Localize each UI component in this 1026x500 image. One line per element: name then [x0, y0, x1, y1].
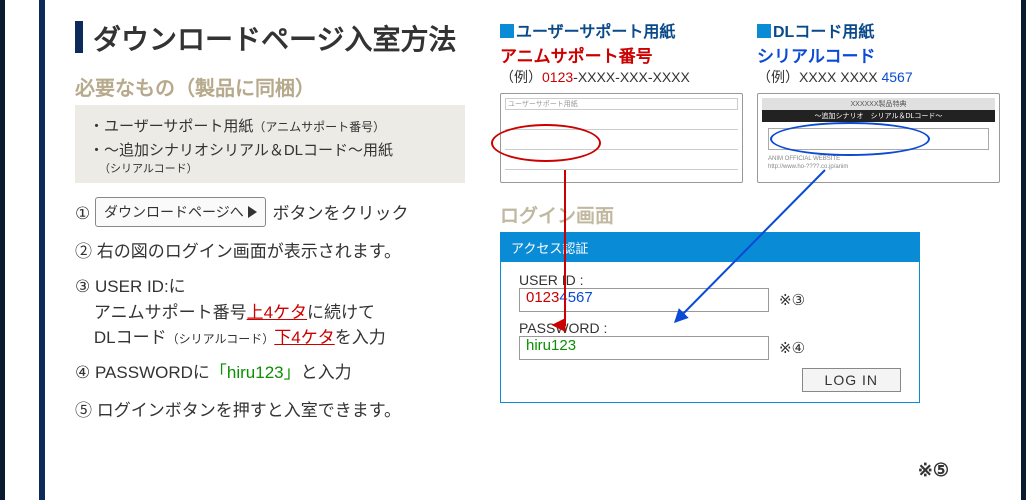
requirements-box: ・ユーザーサポート用紙（アニムサポート番号） ・〜追加シナリオシリアル＆DLコー… [75, 105, 465, 183]
user-id-label: USER ID : [519, 272, 901, 288]
example-serial: （例）XXXX XXXX 4567 [757, 67, 1000, 87]
play-triangle-icon [248, 206, 257, 218]
blue-circle-annotation [770, 122, 930, 156]
square-bullet-icon [757, 24, 771, 38]
requirement-item: ・ユーザーサポート用紙（アニムサポート番号） [89, 115, 451, 139]
step-number: ④ [75, 363, 90, 382]
login-panel: アクセス認証 USER ID : 01234567 ※③ PASSWORD : … [500, 232, 920, 403]
password-label: PASSWORD : [519, 320, 901, 336]
vertical-rule [39, 0, 45, 500]
step-3: ③ USER ID:に アニムサポート番号上4ケタに続けて DLコード（シリアル… [75, 274, 475, 351]
anime-support-number-label: アニムサポート番号 [500, 42, 743, 67]
login-header: アクセス認証 [501, 233, 919, 262]
step-2: ② 右の図のログイン画面が表示されます。 [75, 236, 475, 268]
reference-3: ※③ [779, 291, 805, 309]
step-number: ② [75, 242, 92, 261]
step-1: ① ダウンロードページへ ボタンをクリック [75, 197, 475, 230]
example-number: （例）0123-XXXX-XXX-XXXX [500, 67, 743, 87]
dl-code-card: DLコード用紙 シリアルコード （例）XXXX XXXX 4567 XXXXXX… [757, 18, 1000, 183]
user-support-card: ユーザーサポート用紙 アニムサポート番号 （例）0123-XXXX-XXX-XX… [500, 18, 743, 183]
password-input[interactable]: hiru123 [519, 336, 769, 360]
reference-5: ※⑤ [918, 460, 949, 481]
step-number: ① [75, 204, 90, 223]
download-page-button[interactable]: ダウンロードページへ [95, 197, 266, 228]
download-page-button-label: ダウンロードページへ [104, 199, 244, 226]
requirement-item: ・〜追加シナリオシリアル＆DLコード〜用紙 （シリアルコード） [89, 139, 451, 179]
reference-4: ※④ [779, 339, 805, 357]
login-section-title: ログイン画面 [500, 201, 1000, 228]
log-in-button[interactable]: LOG IN [802, 368, 901, 392]
dlcode-paper-illustration: XXXXXX製品特典 〜追加シナリオ シリアル＆DLコード〜 ANIM OFFI… [757, 93, 1000, 183]
support-paper-illustration: ユーザーサポート用紙 [500, 93, 743, 183]
square-bullet-icon [500, 24, 514, 38]
step-number: ⑤ [75, 401, 92, 420]
step-4: ④ PASSWORDに「hiru123」と入力 [75, 357, 475, 389]
requirements-heading: 必要なもの（製品に同梱） [75, 72, 475, 101]
step-number: ③ [75, 277, 90, 296]
serial-code-label: シリアルコード [757, 42, 1000, 67]
user-id-input[interactable]: 01234567 [519, 288, 769, 312]
red-circle-annotation [491, 124, 601, 162]
steps-list: ① ダウンロードページへ ボタンをクリック ② 右の図のログイン画面が表示されま… [75, 197, 475, 428]
title-text: ダウンロードページ入室方法 [93, 24, 456, 55]
title-bar-icon [75, 21, 83, 53]
step-5: ⑤ ログインボタンを押すと入室できます。 [75, 395, 475, 427]
